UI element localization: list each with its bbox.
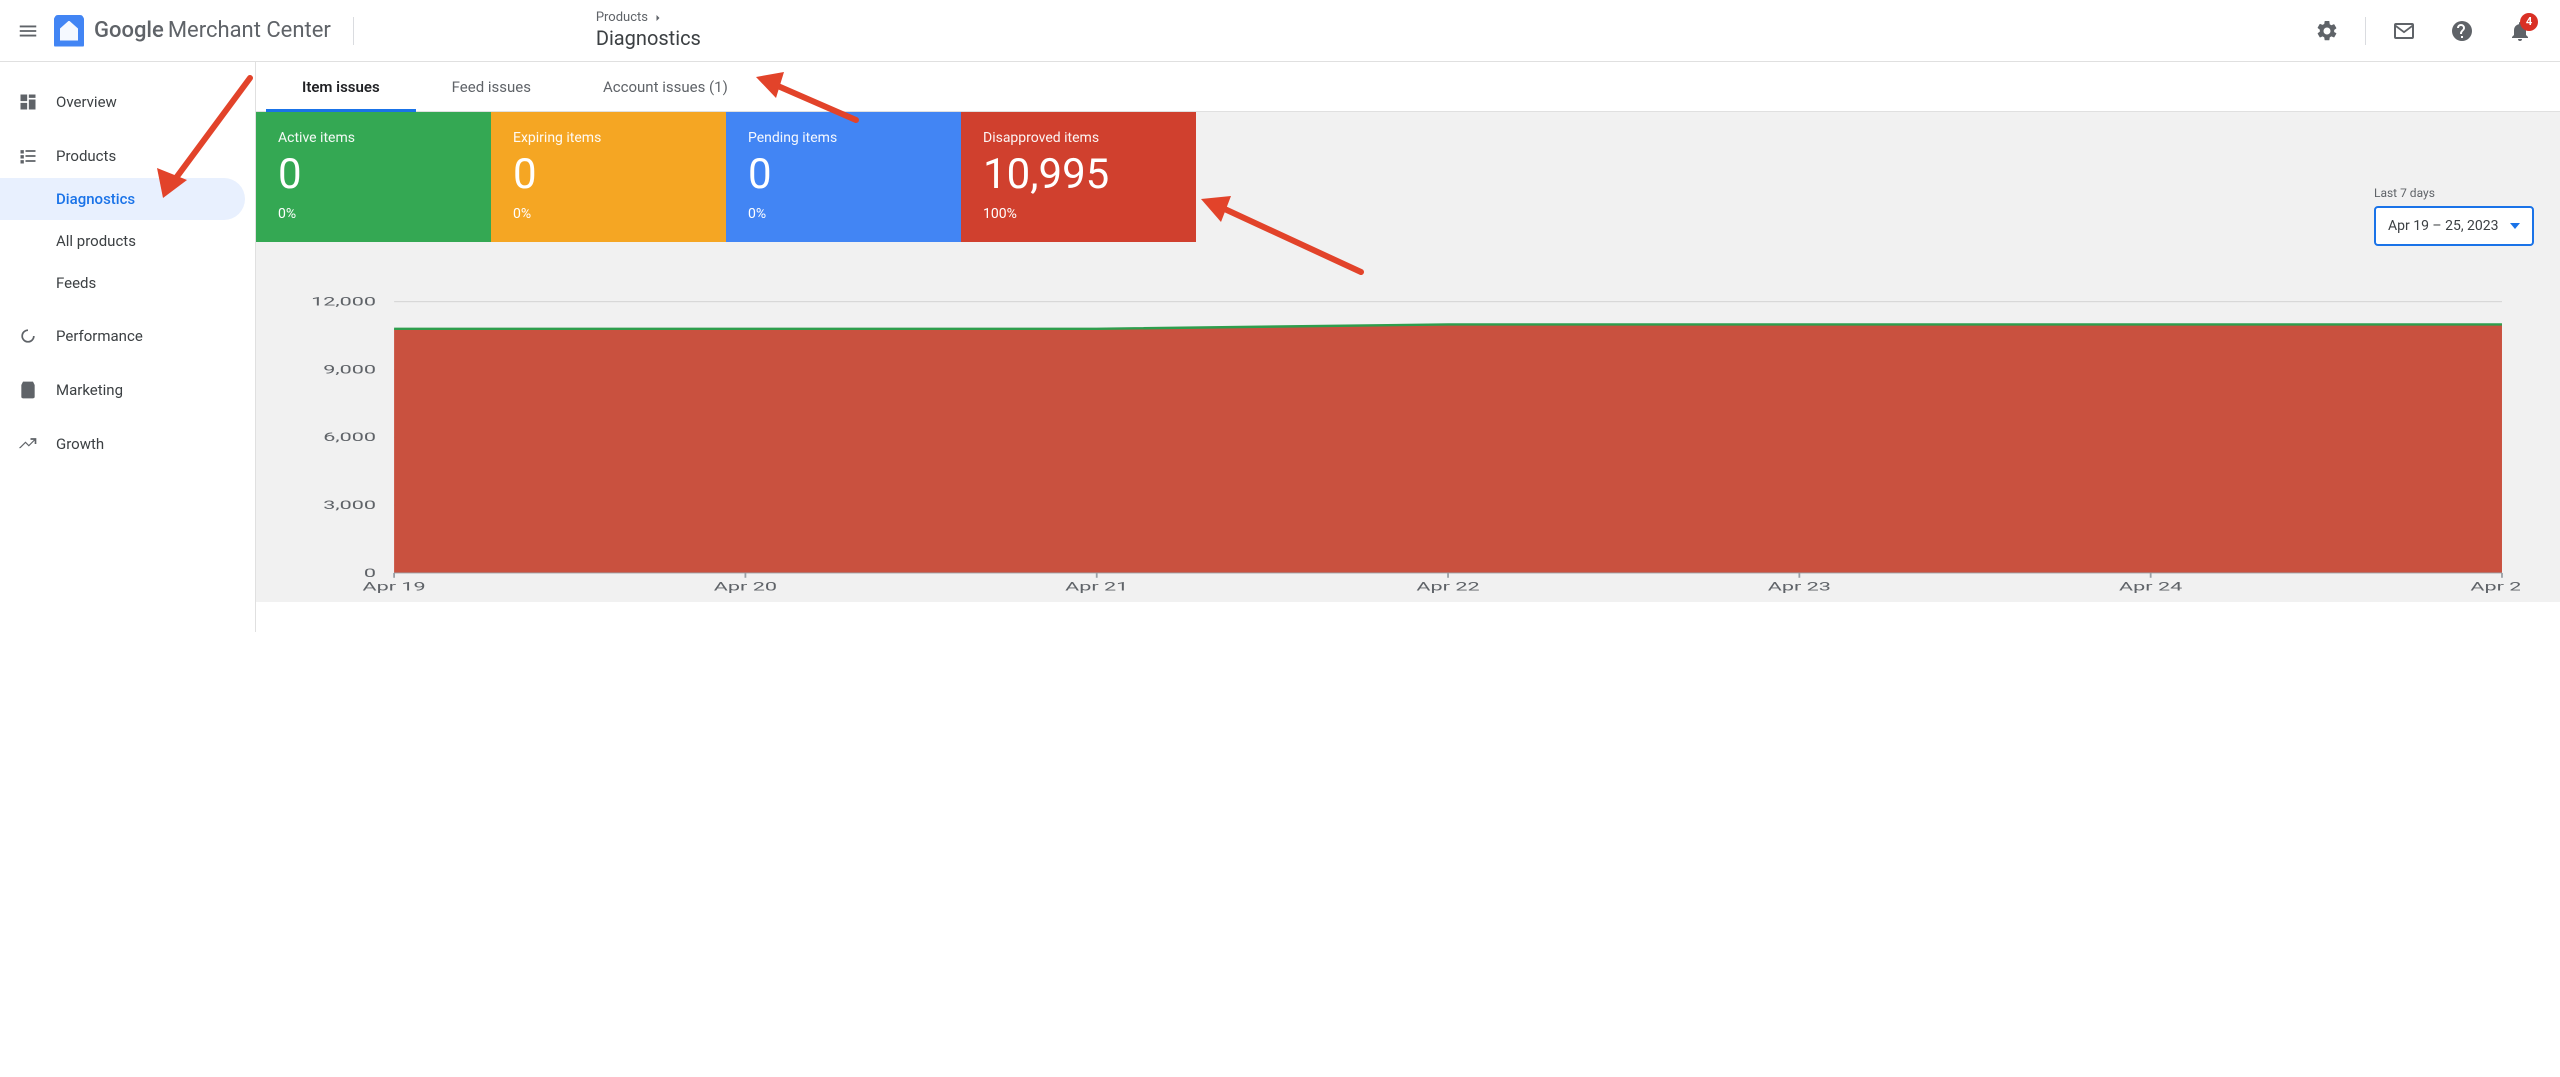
svg-text:Apr 23: Apr 23 bbox=[1768, 580, 1831, 593]
card-expiring-items[interactable]: Expiring items 0 0% bbox=[491, 112, 726, 242]
date-range-caption: Last 7 days bbox=[2374, 186, 2435, 200]
settings-button[interactable] bbox=[2307, 11, 2347, 51]
tab-item-issues[interactable]: Item issues bbox=[296, 62, 386, 111]
sidebar-item-label: Performance bbox=[56, 327, 143, 345]
card-value: 10,995 bbox=[983, 154, 1174, 196]
sidebar-item-marketing[interactable]: Marketing bbox=[0, 368, 245, 412]
sidebar-item-diagnostics[interactable]: Diagnostics bbox=[0, 178, 245, 220]
mail-icon bbox=[2392, 19, 2416, 43]
card-label: Pending items bbox=[748, 130, 939, 146]
svg-text:6,000: 6,000 bbox=[323, 431, 376, 444]
tabs: Item issues Feed issues Account issues (… bbox=[256, 62, 2560, 112]
tab-account-issues[interactable]: Account issues (1) bbox=[597, 62, 734, 111]
svg-text:Apr 22: Apr 22 bbox=[1416, 580, 1479, 593]
card-label: Disapproved items bbox=[983, 130, 1174, 146]
hamburger-icon bbox=[17, 20, 39, 42]
card-label: Active items bbox=[278, 130, 469, 146]
card-value: 0 bbox=[513, 154, 704, 196]
help-button[interactable] bbox=[2442, 11, 2482, 51]
notifications-button[interactable]: 4 bbox=[2500, 11, 2540, 51]
mail-button[interactable] bbox=[2384, 11, 2424, 51]
svg-text:9,000: 9,000 bbox=[323, 363, 376, 376]
sidebar: Overview Products Diagnostics All produc… bbox=[0, 62, 255, 632]
notifications-badge: 4 bbox=[2520, 13, 2538, 31]
chart-container: 12,000 9,000 6,000 3,000 0Apr 19 Apr 20 Apr 21… bbox=[286, 292, 2520, 602]
date-range-value: Apr 19 – 25, 2023 bbox=[2388, 218, 2499, 234]
main-content: Item issues Feed issues Account issues (… bbox=[255, 62, 2560, 632]
merchant-tag-icon bbox=[54, 15, 84, 47]
sidebar-item-products[interactable]: Products bbox=[0, 134, 245, 178]
card-pending-items[interactable]: Pending items 0 0% bbox=[726, 112, 961, 242]
sidebar-item-label: Overview bbox=[56, 93, 117, 111]
shopping-bag-icon bbox=[18, 380, 38, 400]
sidebar-item-label: Marketing bbox=[56, 381, 123, 399]
items-chart: 12,000 9,000 6,000 3,000 0Apr 19 Apr 20 Apr 21… bbox=[286, 292, 2520, 602]
svg-text:3,000: 3,000 bbox=[323, 499, 376, 512]
breadcrumb: Products Diagnostics bbox=[596, 10, 701, 51]
hamburger-menu-button[interactable] bbox=[8, 11, 48, 51]
header-icons-divider bbox=[2365, 17, 2366, 45]
chevron-right-icon bbox=[652, 12, 664, 24]
breadcrumb-parent[interactable]: Products bbox=[596, 10, 648, 26]
product-name-google: Google bbox=[94, 18, 164, 43]
tab-feed-issues[interactable]: Feed issues bbox=[446, 62, 537, 111]
status-cards: Active items 0 0% Expiring items 0 0% Pe… bbox=[256, 112, 2560, 242]
card-active-items[interactable]: Active items 0 0% bbox=[256, 112, 491, 242]
trend-up-icon bbox=[18, 434, 38, 454]
svg-text:Apr 25: Apr 25 bbox=[2470, 580, 2520, 593]
sidebar-item-overview[interactable]: Overview bbox=[0, 80, 245, 124]
tab-label: Item issues bbox=[302, 78, 380, 96]
product-logo[interactable]: Google Merchant Center bbox=[54, 15, 331, 47]
product-name: Google Merchant Center bbox=[94, 18, 331, 43]
loading-circle-icon bbox=[18, 326, 38, 346]
card-percent: 0% bbox=[748, 206, 939, 222]
svg-text:Apr 21: Apr 21 bbox=[1065, 580, 1128, 593]
card-percent: 0% bbox=[278, 206, 469, 222]
tab-label: Feed issues bbox=[452, 78, 531, 96]
svg-text:0: 0 bbox=[364, 567, 376, 580]
svg-text:12,000: 12,000 bbox=[311, 296, 376, 309]
help-icon bbox=[2450, 19, 2474, 43]
caret-down-icon bbox=[2510, 223, 2520, 229]
gear-icon bbox=[2315, 19, 2339, 43]
sidebar-item-label: Growth bbox=[56, 435, 104, 453]
date-range-select[interactable]: Apr 19 – 25, 2023 bbox=[2374, 206, 2534, 246]
tab-label: Account issues (1) bbox=[603, 78, 728, 96]
header-divider bbox=[353, 17, 354, 45]
card-value: 0 bbox=[748, 154, 939, 196]
card-percent: 100% bbox=[983, 206, 1174, 222]
date-range-panel: Last 7 days Apr 19 – 25, 2023 bbox=[2374, 186, 2534, 246]
sidebar-item-growth[interactable]: Growth bbox=[0, 422, 245, 466]
card-disapproved-items[interactable]: Disapproved items 10,995 100% bbox=[961, 112, 1196, 242]
sidebar-item-label: Diagnostics bbox=[56, 190, 135, 208]
card-label: Expiring items bbox=[513, 130, 704, 146]
app-header: Google Merchant Center Products Diagnost… bbox=[0, 0, 2560, 62]
dashboard-icon bbox=[18, 92, 38, 112]
sidebar-item-label: Feeds bbox=[56, 274, 96, 292]
sidebar-item-all-products[interactable]: All products bbox=[0, 220, 245, 262]
card-percent: 0% bbox=[513, 206, 704, 222]
header-actions: 4 bbox=[2307, 11, 2540, 51]
list-icon bbox=[18, 146, 38, 166]
sidebar-item-feeds[interactable]: Feeds bbox=[0, 262, 245, 304]
card-value: 0 bbox=[278, 154, 469, 196]
sidebar-item-label: All products bbox=[56, 232, 136, 250]
product-name-merchant: Merchant Center bbox=[168, 18, 331, 43]
sidebar-item-label: Products bbox=[56, 147, 116, 165]
svg-text:Apr 24: Apr 24 bbox=[2119, 580, 2182, 593]
sidebar-item-performance[interactable]: Performance bbox=[0, 314, 245, 358]
svg-text:Apr 20: Apr 20 bbox=[714, 580, 777, 593]
page-title: Diagnostics bbox=[596, 26, 701, 51]
svg-text:Apr 19: Apr 19 bbox=[363, 580, 426, 593]
